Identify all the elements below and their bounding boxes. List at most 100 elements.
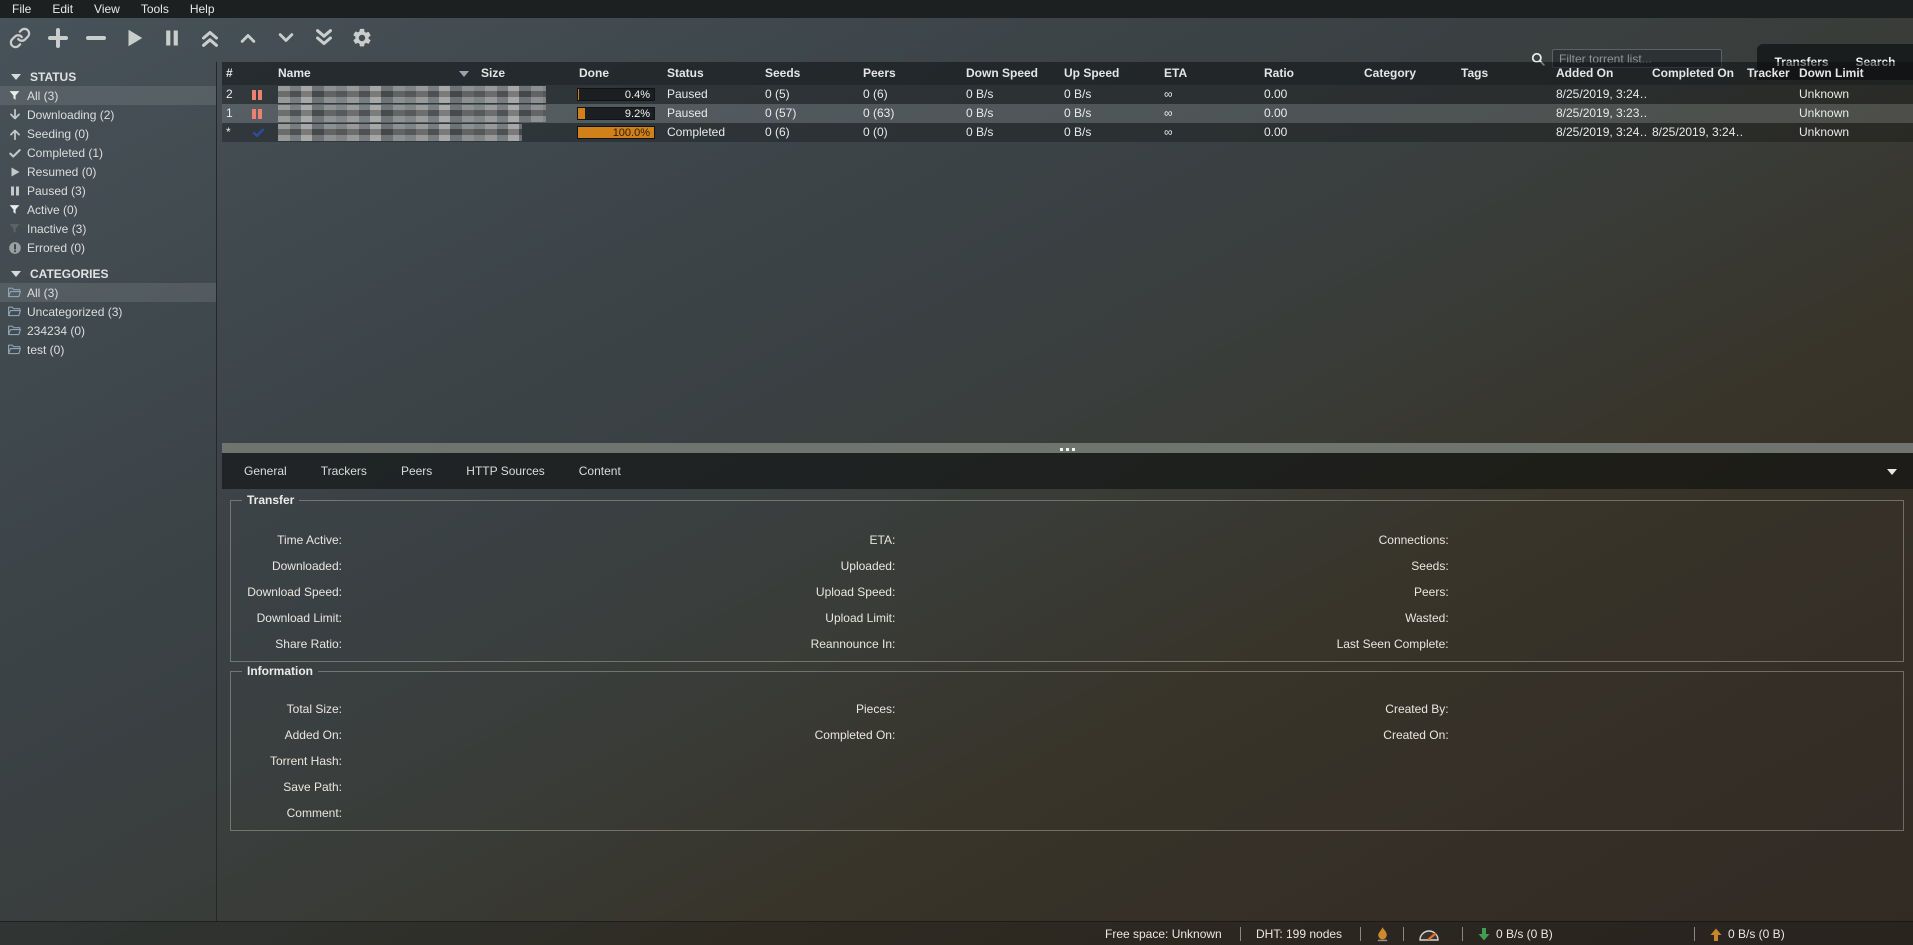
funnel-icon bbox=[7, 202, 22, 217]
delete-button[interactable] bbox=[84, 26, 108, 50]
col-header-tracker[interactable]: Tracker bbox=[1743, 62, 1795, 85]
categories-section-header[interactable]: CATEGORIES bbox=[0, 265, 216, 283]
horizontal-splitter[interactable] bbox=[222, 443, 1913, 453]
col-header-eta[interactable]: ETA bbox=[1160, 62, 1260, 85]
col-header-up-speed[interactable]: Up Speed bbox=[1060, 62, 1160, 85]
field-label: Pieces: bbox=[856, 702, 895, 716]
status-section-header[interactable]: STATUS bbox=[0, 68, 216, 86]
status-bar: Free space: Unknown DHT: 199 nodes 0 B/s… bbox=[0, 921, 1913, 945]
detail-pane: Transfer Time Active: Downloaded: Downlo… bbox=[222, 489, 1913, 921]
col-header-down-speed[interactable]: Down Speed bbox=[962, 62, 1060, 85]
play-icon bbox=[123, 27, 145, 49]
field-label: Download Speed: bbox=[247, 585, 342, 599]
checkmark-icon bbox=[7, 145, 22, 160]
menu-tools[interactable]: Tools bbox=[141, 2, 169, 16]
field-label: Downloaded: bbox=[272, 559, 342, 573]
sidebar-category-test[interactable]: test (0) bbox=[0, 340, 216, 359]
tab-content[interactable]: Content bbox=[562, 464, 638, 478]
field-label: Created On: bbox=[1383, 728, 1448, 742]
pause-icon bbox=[162, 28, 182, 48]
download-arrow-icon bbox=[1478, 928, 1490, 941]
col-header-seeds[interactable]: Seeds bbox=[761, 62, 859, 85]
double-chevron-up-icon bbox=[199, 27, 221, 49]
chevron-down-icon bbox=[276, 28, 296, 48]
funnel-icon bbox=[7, 88, 22, 103]
upload-arrow-icon bbox=[7, 126, 22, 141]
separator bbox=[1403, 927, 1404, 941]
sidebar-item-completed[interactable]: Completed (1) bbox=[0, 143, 216, 162]
download-speed-widget[interactable]: 0 B/s (0 B) bbox=[1478, 922, 1553, 945]
transfer-fieldset: Transfer Time Active: Downloaded: Downlo… bbox=[230, 493, 1904, 662]
menu-file[interactable]: File bbox=[12, 2, 31, 16]
menu-view[interactable]: View bbox=[94, 2, 120, 16]
sidebar-item-inactive[interactable]: Inactive (3) bbox=[0, 219, 216, 238]
paused-icon bbox=[252, 85, 264, 104]
sidebar-item-active[interactable]: Active (0) bbox=[0, 200, 216, 219]
double-chevron-down-icon bbox=[313, 27, 335, 49]
sidebar-category-uncategorized[interactable]: Uncategorized (3) bbox=[0, 302, 216, 321]
col-header-added-on[interactable]: Added On bbox=[1552, 62, 1648, 85]
sidebar-item-errored[interactable]: Errored (0) bbox=[0, 238, 216, 257]
menu-edit[interactable]: Edit bbox=[52, 2, 73, 16]
completed-icon bbox=[252, 126, 265, 139]
error-icon bbox=[7, 240, 22, 255]
field-label: Peers: bbox=[1414, 585, 1449, 599]
pause-button[interactable] bbox=[160, 26, 184, 50]
tab-trackers[interactable]: Trackers bbox=[304, 464, 384, 478]
move-top-button[interactable] bbox=[198, 26, 222, 50]
tab-peers[interactable]: Peers bbox=[384, 464, 449, 478]
options-button[interactable] bbox=[350, 26, 374, 50]
col-header-name[interactable]: Name bbox=[274, 62, 477, 85]
sidebar-category-all[interactable]: All (3) bbox=[0, 283, 216, 302]
torrent-row[interactable]: * 100.0% Completed 0 (6) 0 (0) 0 B/s 0 B… bbox=[222, 123, 1913, 142]
paused-icon bbox=[252, 104, 264, 123]
sidebar-item-downloading[interactable]: Downloading (2) bbox=[0, 105, 216, 124]
col-header-completed-on[interactable]: Completed On bbox=[1648, 62, 1743, 85]
col-header-down-limit[interactable]: Down Limit bbox=[1795, 62, 1913, 85]
col-header-ratio[interactable]: Ratio bbox=[1260, 62, 1360, 85]
dht-nodes-label: DHT: 199 nodes bbox=[1256, 922, 1342, 945]
torrent-row[interactable]: 1 9.2% Paused 0 (57) 0 (63) 0 B/s 0 B/s … bbox=[222, 104, 1913, 123]
field-label: Torrent Hash: bbox=[270, 754, 342, 768]
upload-speed-widget[interactable]: 0 B/s (0 B) bbox=[1710, 922, 1785, 945]
gear-icon bbox=[351, 27, 373, 49]
move-up-button[interactable] bbox=[236, 26, 260, 50]
sidebar-category-234234[interactable]: 234234 (0) bbox=[0, 321, 216, 340]
col-header-number[interactable]: # bbox=[222, 62, 248, 85]
minus-icon bbox=[84, 26, 108, 50]
sidebar-item-paused[interactable]: Paused (3) bbox=[0, 181, 216, 200]
sort-descending-icon bbox=[459, 71, 469, 77]
torrent-table-header: # Name Size Done Status Seeds Peers Down… bbox=[222, 62, 1913, 85]
col-header-status[interactable]: Status bbox=[663, 62, 761, 85]
panel-collapse-icon[interactable] bbox=[1887, 469, 1897, 475]
sidebar-item-resumed[interactable]: Resumed (0) bbox=[0, 162, 216, 181]
menu-help[interactable]: Help bbox=[190, 2, 215, 16]
alt-speed-limits-icon[interactable] bbox=[1418, 922, 1440, 945]
connection-status-icon[interactable] bbox=[1376, 922, 1389, 945]
resume-button[interactable] bbox=[122, 26, 146, 50]
field-label: Created By: bbox=[1385, 702, 1448, 716]
add-torrent-button[interactable] bbox=[46, 26, 70, 50]
move-bottom-button[interactable] bbox=[312, 26, 336, 50]
collapse-caret-icon bbox=[11, 74, 21, 80]
field-label: Comment: bbox=[287, 806, 342, 820]
tab-http-sources[interactable]: HTTP Sources bbox=[449, 464, 561, 478]
sidebar-item-seeding[interactable]: Seeding (0) bbox=[0, 124, 216, 143]
col-header-state[interactable] bbox=[248, 62, 274, 85]
chevron-up-icon bbox=[238, 28, 258, 48]
sidebar-item-all[interactable]: All (3) bbox=[0, 86, 216, 105]
magnet-link-button[interactable] bbox=[8, 26, 32, 50]
torrent-row[interactable]: 2 0.4% Paused 0 (5) 0 (6) 0 B/s 0 B/s ∞ … bbox=[222, 85, 1913, 104]
collapse-caret-icon bbox=[11, 271, 21, 277]
col-header-done[interactable]: Done bbox=[575, 62, 663, 85]
main-area: # Name Size Done Status Seeds Peers Down… bbox=[217, 62, 1913, 921]
upload-arrow-icon bbox=[1710, 928, 1722, 941]
move-down-button[interactable] bbox=[274, 26, 298, 50]
field-label: Last Seen Complete: bbox=[1337, 637, 1449, 651]
col-header-category[interactable]: Category bbox=[1360, 62, 1457, 85]
col-header-tags[interactable]: Tags bbox=[1457, 62, 1552, 85]
col-header-peers[interactable]: Peers bbox=[859, 62, 962, 85]
col-header-size[interactable]: Size bbox=[477, 62, 575, 85]
redacted-torrent-name bbox=[278, 124, 522, 141]
tab-general[interactable]: General bbox=[227, 464, 304, 478]
